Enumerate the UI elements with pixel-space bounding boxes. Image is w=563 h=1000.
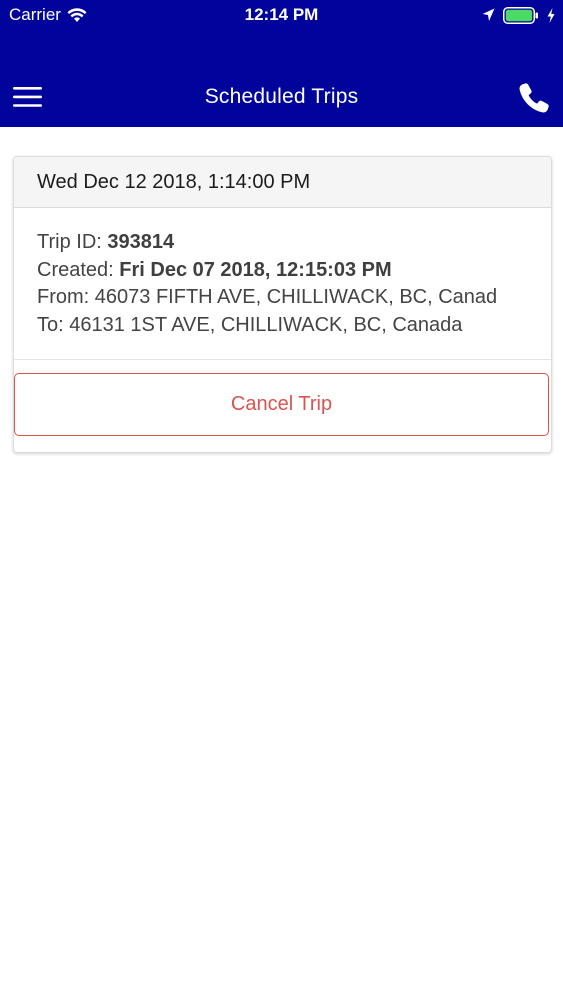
call-button[interactable]: [518, 82, 550, 114]
to-line: To: 46131 1ST AVE, CHILLIWACK, BC, Canad…: [37, 312, 547, 340]
app-header: Carrier 12:14 PM Scheduled Trips: [0, 0, 563, 127]
created-value: Fri Dec 07 2018, 12:15:03 PM: [119, 258, 392, 281]
from-line: From: 46073 FIFTH AVE, CHILLIWACK, BC, C…: [37, 284, 547, 312]
from-label: From:: [37, 286, 95, 308]
trip-id-label: Trip ID:: [37, 231, 108, 253]
trip-card-header: Wed Dec 12 2018, 1:14:00 PM: [14, 157, 551, 208]
to-address: 46131 1ST AVE, CHILLIWACK, BC, Canada: [69, 313, 463, 336]
status-time: 12:14 PM: [244, 5, 319, 24]
from-address: 46073 FIFTH AVE, CHILLIWACK, BC, Canad: [94, 286, 498, 308]
card-divider: [14, 359, 551, 360]
trip-card: Wed Dec 12 2018, 1:14:00 PM Trip ID: 393…: [13, 156, 552, 453]
location-arrow-icon: [482, 8, 495, 21]
phone-icon: [519, 83, 549, 113]
trip-date: Wed Dec 12 2018, 1:14:00 PM: [37, 171, 311, 193]
charging-bolt-icon: [547, 7, 555, 23]
created-line: Created: Fri Dec 07 2018, 12:15:03 PM: [37, 257, 547, 285]
status-bar: Carrier 12:14 PM: [0, 0, 563, 30]
battery-icon: [503, 6, 538, 24]
trip-id-value: 393814: [107, 231, 175, 253]
nav-bar: Scheduled Trips: [0, 66, 563, 126]
trip-details: Trip ID: 393814 Created: Fri Dec 07 2018…: [37, 229, 547, 339]
cancel-trip-button[interactable]: Cancel Trip: [14, 373, 549, 436]
status-indicators: [482, 5, 555, 25]
created-label: Created:: [37, 258, 120, 281]
trip-id-line: Trip ID: 393814: [37, 229, 547, 257]
to-label: To:: [37, 313, 70, 336]
page-title: Scheduled Trips: [204, 85, 359, 108]
